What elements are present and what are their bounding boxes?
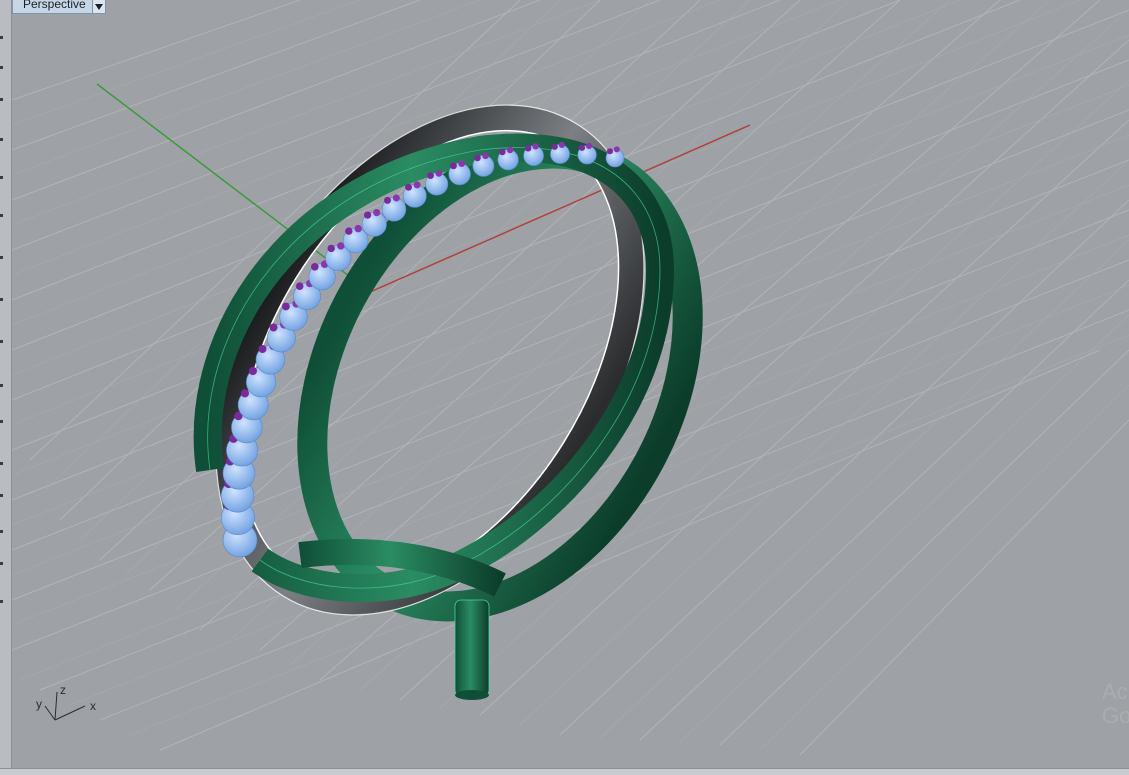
prong: [269, 323, 278, 332]
activation-watermark: Ac Go: [1102, 680, 1129, 728]
prong: [364, 211, 372, 219]
prong: [532, 143, 539, 150]
prong: [384, 196, 391, 204]
prong: [240, 389, 249, 398]
prong: [345, 227, 353, 235]
prong: [551, 143, 558, 150]
construction-grid: [11, 0, 1129, 756]
prong: [258, 345, 267, 353]
viewport-frame: x y z Perspective Ac Go: [0, 0, 1129, 775]
prong: [405, 183, 412, 191]
prong: [578, 144, 586, 151]
prong: [474, 154, 481, 162]
prong: [354, 224, 362, 233]
watermark-line1: Ac: [1102, 679, 1128, 704]
prong: [311, 263, 319, 271]
axis-widget-z-label: z: [60, 683, 66, 697]
prong: [392, 194, 400, 202]
prong: [506, 146, 514, 154]
prong: [482, 152, 489, 160]
viewport-scene[interactable]: x y z: [0, 0, 1129, 775]
viewport-title[interactable]: Perspective: [13, 0, 92, 11]
prong: [373, 209, 381, 217]
grid-fine: [11, 0, 1129, 751]
prong: [607, 148, 613, 155]
prong: [525, 145, 532, 152]
prong: [585, 142, 593, 149]
prong: [499, 148, 506, 156]
viewport-bottom-border: [0, 768, 1129, 775]
viewport-menu-button[interactable]: [91, 0, 105, 13]
prong: [327, 244, 335, 253]
ring-model[interactable]: [127, 27, 762, 700]
axis-widget-y-label: y: [36, 697, 42, 711]
prong: [248, 366, 257, 376]
prong: [613, 146, 620, 153]
prong: [427, 172, 434, 180]
watermark-line2: Go: [1102, 703, 1129, 728]
prong: [282, 302, 290, 311]
axis-widget-x-label: x: [90, 699, 96, 713]
prong: [295, 282, 304, 291]
viewport-tab[interactable]: Perspective: [12, 0, 106, 14]
dropdown-arrow-icon: [94, 3, 103, 10]
prong: [413, 181, 421, 189]
prong: [558, 141, 566, 148]
ring-stem[interactable]: [454, 599, 490, 697]
prong: [435, 170, 443, 177]
prong: [450, 162, 457, 170]
stem-cap: [455, 690, 489, 700]
prong: [458, 160, 466, 168]
